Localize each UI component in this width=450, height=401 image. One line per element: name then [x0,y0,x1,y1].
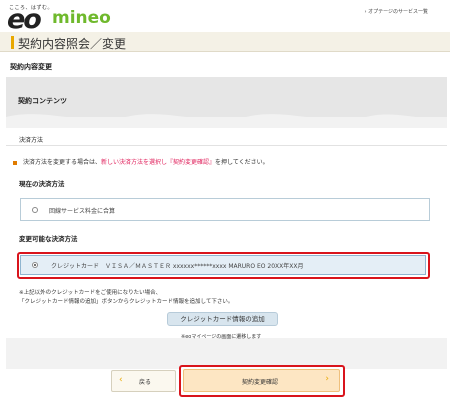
chevron-right-icon: › [325,374,329,384]
notice-text: 決済方法を変更する場合は、新しい決済方法を選択し『契約変更確認』を押してください… [13,157,269,166]
title-bar: 契約内容照会／変更 [0,32,450,52]
section-heading: 契約内容変更 [10,63,52,71]
add-credit-card-button[interactable]: クレジットカード情報の追加 [167,312,278,326]
notice-suffix: を押してください。 [215,159,269,166]
current-method-label: 回線サービス料金に合算 [49,208,116,215]
radio-button[interactable] [32,207,38,213]
orange-bullet-icon [13,160,17,165]
divider [6,145,447,146]
service-list-link[interactable]: › オプテージのサービス一覧 [365,8,429,15]
mineo-logo[interactable]: mineo [52,8,111,28]
credit-card-label: クレジットカード ＶＩＳＡ／ＭＡＳＴＥＲ xxxxxx******xxxx MA… [51,263,304,270]
changeable-method-heading: 変更可能な決済方法 [19,235,78,243]
note-line-2: 「クレジットカード情報の追加」ボタンからクレジットカード情報を追加して下さい。 [19,299,234,305]
current-method-heading: 現在の決済方法 [19,180,65,188]
back-label: 戻る [139,379,152,386]
logo-tagline: こころ、はずむ。 [9,5,54,11]
credit-card-option[interactable]: クレジットカード ＶＩＳＡ／ＭＡＳＴＥＲ xxxxxx******xxxx MA… [20,255,426,275]
payment-method-label: 決済方法 [19,137,44,144]
notice-highlight: 新しい決済方法を選択し『契約変更確認』 [101,159,216,166]
confirm-label: 契約変更確認 [242,379,279,386]
back-button[interactable]: ‹ 戻る [111,370,176,392]
current-method-option[interactable]: 回線サービス料金に合算 [20,198,430,221]
note-line-1: ※上記以外のクレジットカードをご使用になりたい場合、 [19,290,162,296]
confirm-highlight: 契約変更確認 › [179,365,345,397]
mypage-note: ※eoマイページの画面に遷移します [181,334,262,340]
notice-prefix: 決済方法を変更する場合は、 [23,159,102,166]
selected-method-highlight: クレジットカード ＶＩＳＡ／ＭＡＳＴＥＲ xxxxxx******xxxx MA… [17,252,430,279]
chevron-left-icon: ‹ [119,375,123,385]
site-header: eo こころ、はずむ。 mineo › オプテージのサービス一覧 [0,0,450,35]
radio-button-selected[interactable] [32,262,38,268]
title-accent-bar [11,36,14,49]
page-title: 契約内容照会／変更 [18,37,127,51]
confirm-change-button[interactable]: 契約変更確認 › [183,369,340,392]
